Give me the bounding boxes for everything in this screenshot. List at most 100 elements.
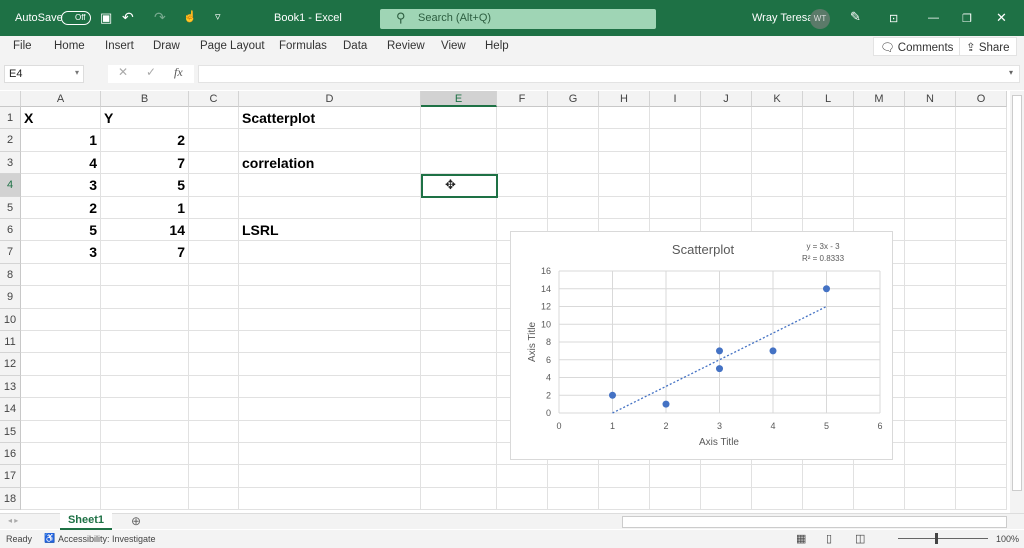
cell-B18[interactable] (101, 487, 189, 511)
tab-formulas[interactable]: Formulas (279, 40, 327, 52)
cell-B1[interactable]: Y (101, 107, 189, 130)
cell-E11[interactable] (421, 331, 497, 354)
save-icon[interactable]: ▣ (100, 10, 112, 26)
cell-D7[interactable] (239, 241, 421, 264)
cell-A2[interactable]: 1 (21, 129, 101, 152)
cell-N2[interactable] (905, 129, 956, 152)
cell-B15[interactable] (101, 420, 189, 443)
cancel-icon[interactable]: ✕ (118, 65, 128, 79)
cell-J1[interactable] (701, 107, 752, 130)
cell-E12[interactable] (421, 353, 497, 376)
cell-A9[interactable] (21, 286, 101, 309)
cell-K1[interactable] (752, 107, 803, 130)
cell-M3[interactable] (854, 151, 905, 175)
cell-H1[interactable] (599, 107, 650, 130)
cell-C4[interactable] (189, 174, 239, 197)
cell-F4[interactable] (497, 174, 548, 197)
cell-H5[interactable] (599, 196, 650, 219)
cell-O5[interactable] (956, 196, 1007, 219)
cell-G4[interactable] (548, 174, 599, 197)
cell-C18[interactable] (189, 487, 239, 511)
cell-N18[interactable] (905, 487, 956, 511)
cell-E9[interactable] (421, 286, 497, 309)
cell-A5[interactable]: 2 (21, 196, 101, 219)
cell-O9[interactable] (956, 286, 1007, 309)
cell-D2[interactable] (239, 129, 421, 152)
row-header-6[interactable]: 6 (0, 219, 21, 242)
cell-B17[interactable] (101, 465, 189, 488)
cell-F1[interactable] (497, 107, 548, 130)
cell-C16[interactable] (189, 443, 239, 466)
row-header-2[interactable]: 2 (0, 129, 21, 152)
accessibility-status[interactable]: Accessibility: Investigate (58, 534, 156, 544)
cell-H4[interactable] (599, 174, 650, 197)
zoom-slider-thumb[interactable] (935, 533, 938, 544)
cell-F5[interactable] (497, 196, 548, 219)
cell-K3[interactable] (752, 151, 803, 175)
tab-draw[interactable]: Draw (153, 40, 180, 52)
cell-C1[interactable] (189, 107, 239, 130)
cell-H2[interactable] (599, 129, 650, 152)
cell-L1[interactable] (803, 107, 854, 130)
cell-J2[interactable] (701, 129, 752, 152)
sheet-nav-icon[interactable]: ◂ ▸ (8, 516, 18, 525)
normal-view-icon[interactable]: ▦ (796, 532, 806, 545)
cell-E1[interactable] (421, 107, 497, 130)
cell-N5[interactable] (905, 196, 956, 219)
cell-A11[interactable] (21, 331, 101, 354)
cell-D10[interactable] (239, 308, 421, 331)
cell-D9[interactable] (239, 286, 421, 309)
row-header-1[interactable]: 1 (0, 107, 21, 130)
zoom-level[interactable]: 100% (996, 534, 1019, 544)
cell-D17[interactable] (239, 465, 421, 488)
cell-O1[interactable] (956, 107, 1007, 130)
tab-view[interactable]: View (441, 40, 466, 52)
cell-N12[interactable] (905, 353, 956, 376)
row-header-11[interactable]: 11 (0, 331, 21, 354)
cell-E14[interactable] (421, 398, 497, 421)
tab-page-layout[interactable]: Page Layout (200, 40, 265, 52)
cell-A18[interactable] (21, 487, 101, 511)
vertical-scrollbar[interactable] (1010, 91, 1024, 513)
page-break-view-icon[interactable]: ◫ (855, 532, 865, 545)
cell-H18[interactable] (599, 487, 650, 511)
cell-J18[interactable] (701, 487, 752, 511)
cell-O13[interactable] (956, 375, 1007, 399)
cell-M4[interactable] (854, 174, 905, 197)
cell-N7[interactable] (905, 241, 956, 264)
cell-L2[interactable] (803, 129, 854, 152)
cell-B2[interactable]: 2 (101, 129, 189, 152)
add-sheet-icon[interactable]: ⊕ (131, 514, 141, 528)
cell-I4[interactable] (650, 174, 701, 197)
cell-E7[interactable] (421, 241, 497, 264)
cell-C5[interactable] (189, 196, 239, 219)
cell-C3[interactable] (189, 151, 239, 175)
cell-A15[interactable] (21, 420, 101, 443)
customize-qat-icon[interactable]: ▿ (215, 10, 221, 23)
cell-I2[interactable] (650, 129, 701, 152)
cell-G1[interactable] (548, 107, 599, 130)
cell-G17[interactable] (548, 465, 599, 488)
cell-A14[interactable] (21, 398, 101, 421)
cell-N11[interactable] (905, 331, 956, 354)
cell-D8[interactable] (239, 263, 421, 287)
cell-A6[interactable]: 5 (21, 219, 101, 242)
row-header-13[interactable]: 13 (0, 375, 21, 399)
tab-help[interactable]: Help (485, 40, 509, 52)
tab-data[interactable]: Data (343, 40, 367, 52)
cell-E6[interactable] (421, 219, 497, 242)
cell-M18[interactable] (854, 487, 905, 511)
cell-B8[interactable] (101, 263, 189, 287)
cell-G2[interactable] (548, 129, 599, 152)
scroll-thumb[interactable] (1012, 95, 1022, 491)
cell-C13[interactable] (189, 375, 239, 399)
cell-J5[interactable] (701, 196, 752, 219)
cell-N17[interactable] (905, 465, 956, 488)
cell-A12[interactable] (21, 353, 101, 376)
row-header-8[interactable]: 8 (0, 263, 21, 287)
row-header-16[interactable]: 16 (0, 443, 21, 466)
cell-C7[interactable] (189, 241, 239, 264)
page-layout-view-icon[interactable]: ▯ (826, 532, 832, 545)
cell-N6[interactable] (905, 219, 956, 242)
cell-B13[interactable] (101, 375, 189, 399)
